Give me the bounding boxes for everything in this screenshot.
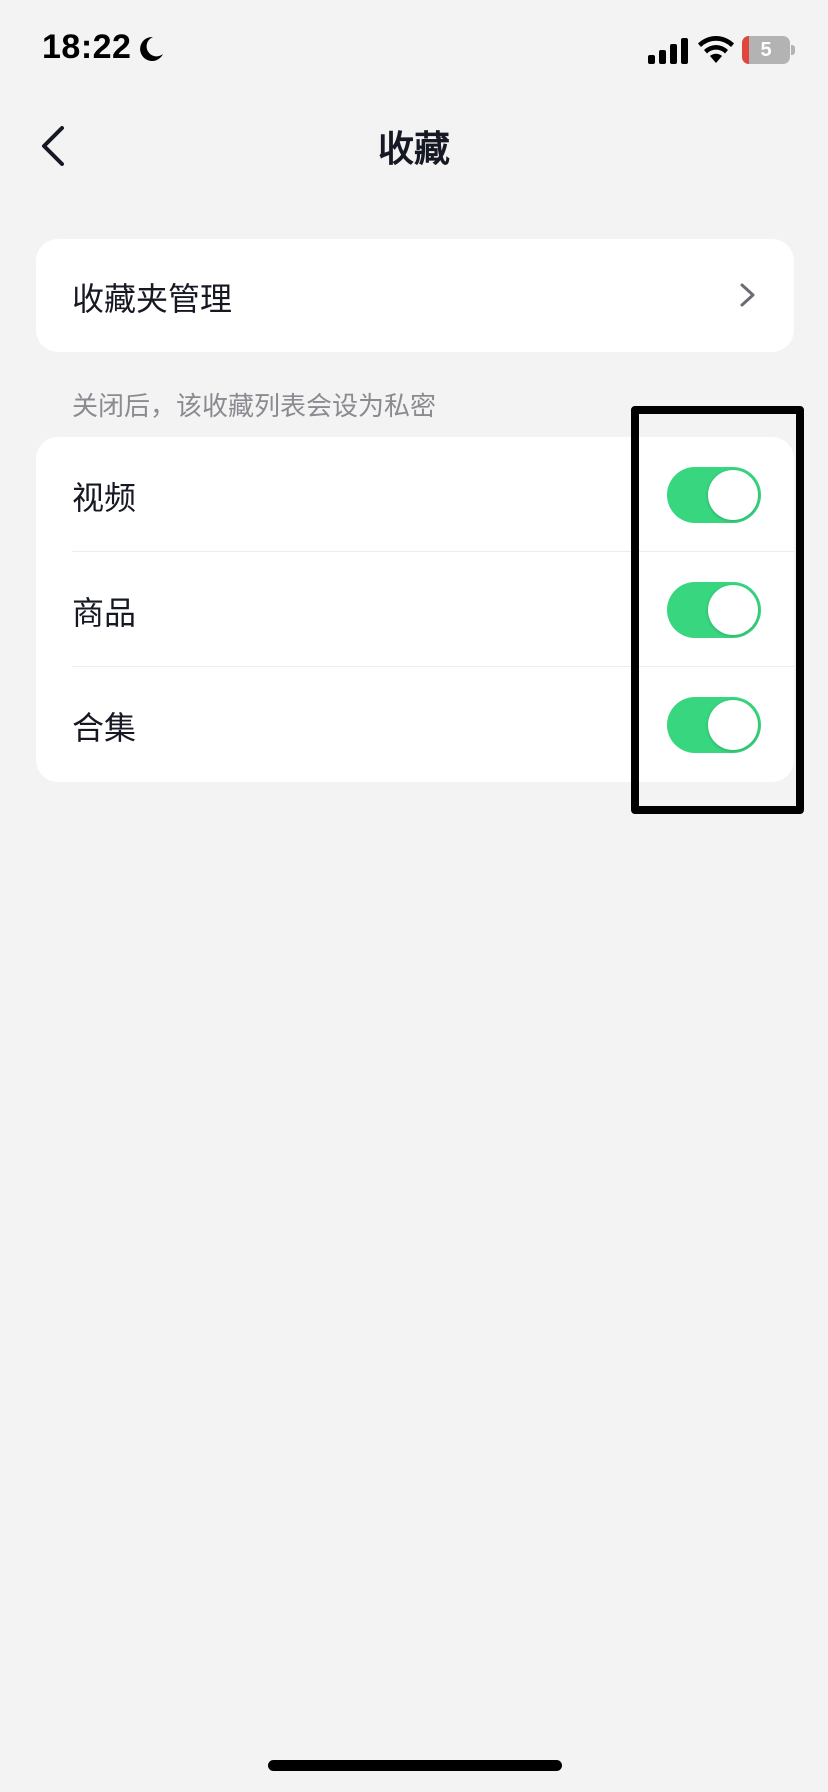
toggle-label-products: 商品 [72,594,137,632]
page-title: 收藏 [377,129,450,170]
status-bar: 18:22 5 [0,0,828,100]
privacy-hint: 关闭后，该收藏列表会设为私密 [72,392,437,422]
battery-charging-icon: 5 [742,36,795,64]
status-time: 18:22 [42,28,132,66]
battery-level: 5 [760,39,772,61]
favorites-manage-item[interactable]: 收藏夹管理 [36,239,794,352]
highlight-box [631,406,804,814]
home-indicator[interactable] [268,1760,562,1771]
moon-icon [140,36,163,61]
toggle-label-collections: 合集 [72,709,137,747]
wifi-icon [698,36,734,63]
signal-icon [648,38,688,64]
chevron-right-icon [740,283,755,307]
favorites-manage-label: 收藏夹管理 [72,280,233,318]
toggle-label-video: 视频 [72,479,137,517]
